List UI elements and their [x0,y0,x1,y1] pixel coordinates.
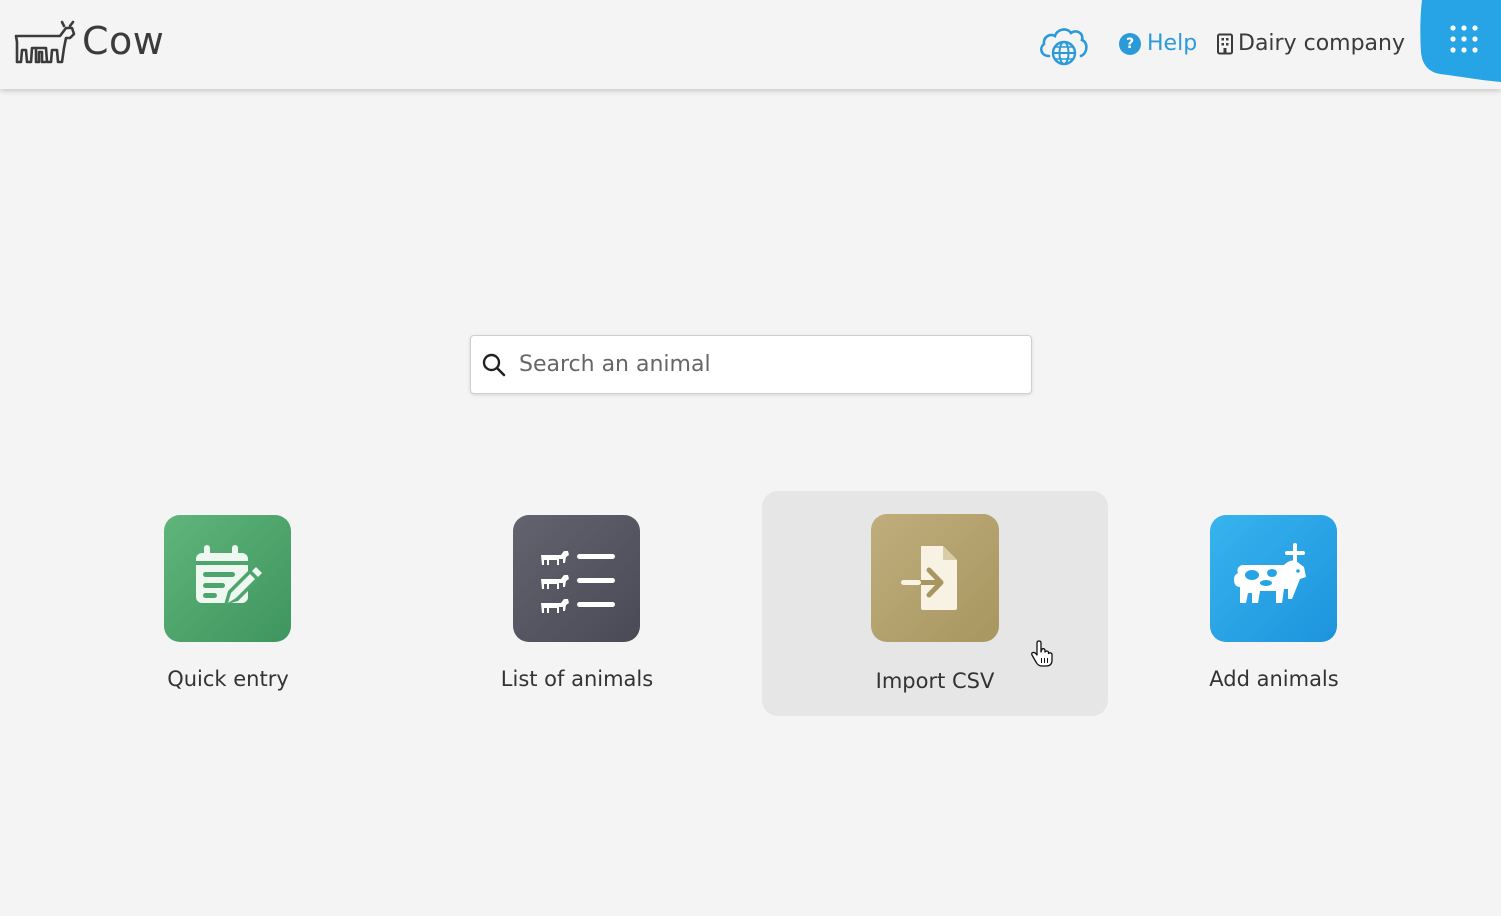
help-label: Help [1147,31,1198,56]
import-csv-tile[interactable]: Import CSV [762,491,1108,716]
cow-list-icon [540,550,615,613]
tile-label: Quick entry [167,667,289,691]
company-label: Dairy company [1238,31,1405,56]
top-bar: Cow ? Help Dairy company [0,0,1501,89]
import-csv-icon-box [871,514,999,642]
quick-entry-icon-box [164,515,291,642]
grid-dots-icon [1420,0,1501,82]
search-icon [482,353,506,376]
search-input[interactable] [517,343,1011,386]
list-of-animals-tile[interactable]: List of animals [404,491,750,716]
app-brand[interactable]: Cow [12,18,164,68]
building-icon [1217,33,1233,54]
calendar-edit-icon [195,544,262,605]
app-name: Cow [82,19,165,63]
quick-entry-tile[interactable]: Quick entry [55,491,401,716]
tile-label: Add animals [1209,667,1339,691]
cloud-globe-icon [1039,28,1088,66]
add-cow-icon [1233,542,1306,603]
list-of-animals-icon-box [513,515,640,642]
animal-search[interactable] [470,335,1032,394]
apps-menu-button[interactable] [1418,0,1501,82]
cow-calf-logo-icon [14,20,76,64]
question-circle-icon: ? [1119,32,1141,55]
add-animals-icon-box [1210,515,1337,642]
tile-label: Import CSV [875,669,995,693]
company-selector[interactable]: Dairy company [1216,31,1405,56]
cloud-sync-button[interactable] [1037,20,1091,70]
file-import-icon [901,546,957,610]
add-animals-tile[interactable]: Add animals [1101,491,1447,716]
help-link[interactable]: ? Help [1119,31,1197,56]
tile-label: List of animals [500,667,654,691]
